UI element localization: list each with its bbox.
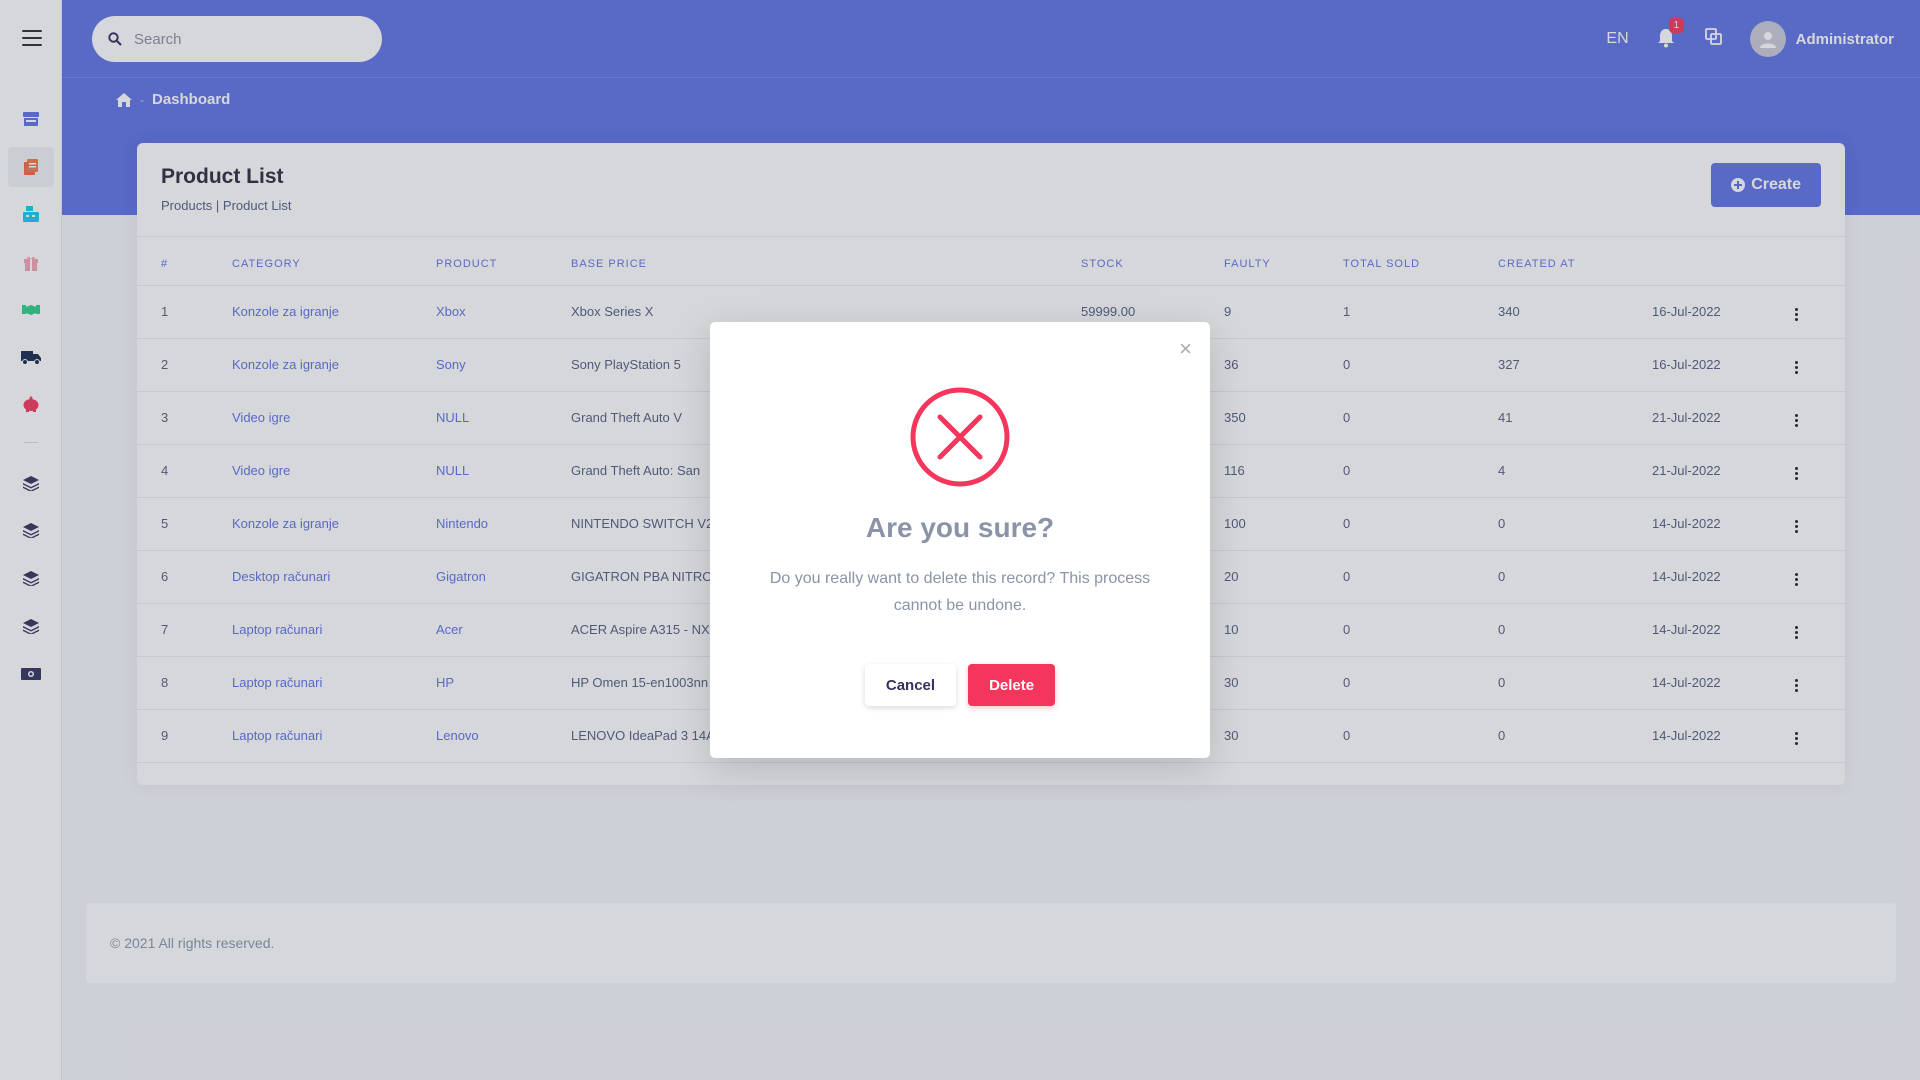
error-x-icon: [910, 387, 1010, 487]
dialog-message: Do you really want to delete this record…: [769, 570, 1151, 614]
close-icon[interactable]: ×: [1179, 338, 1192, 360]
cancel-button[interactable]: Cancel: [864, 664, 957, 706]
dialog-title: Are you sure?: [865, 512, 1055, 543]
confirm-delete-dialog: × Are you sure? Do you really want to de…: [710, 322, 1210, 758]
delete-button[interactable]: Delete: [968, 664, 1056, 706]
